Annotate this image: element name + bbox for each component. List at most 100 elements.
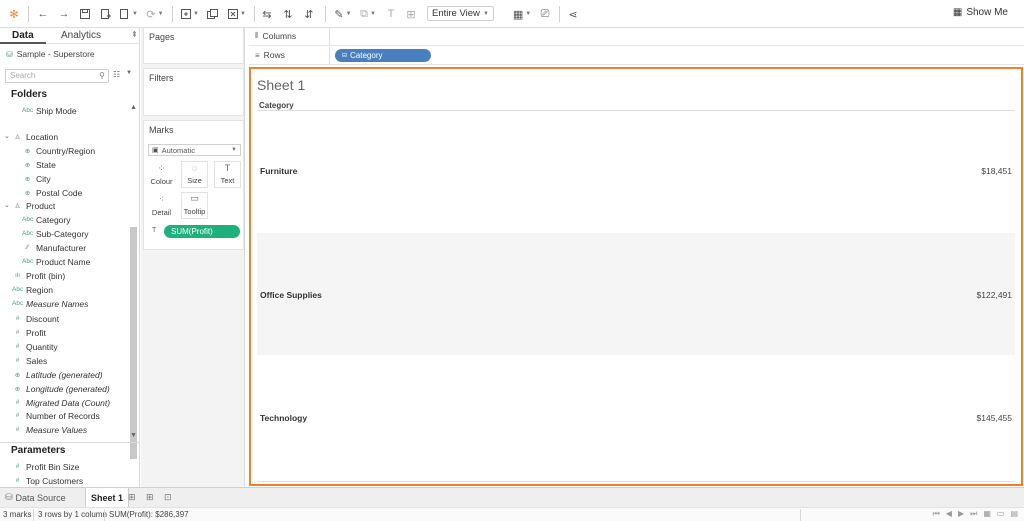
sheet-title[interactable]: Sheet 1 bbox=[257, 77, 305, 93]
search-input[interactable]: Search ⚲ bbox=[5, 69, 109, 83]
field-state[interactable]: ⊕ State bbox=[22, 158, 56, 171]
field-sub-category[interactable]: Abc Sub-Category bbox=[22, 227, 88, 240]
duplicate-icon[interactable] bbox=[205, 5, 219, 23]
redo-icon[interactable]: → bbox=[57, 5, 71, 23]
field-ship-mode[interactable]: Abc Ship Mode bbox=[22, 104, 77, 117]
chevron-down-icon[interactable]: ▼ bbox=[126, 70, 132, 76]
table-row[interactable]: Technology $145,455 bbox=[257, 355, 1015, 477]
table-row[interactable]: Furniture $18,451 bbox=[257, 111, 1015, 233]
sort-descending-icon[interactable]: ⇵ bbox=[302, 5, 316, 23]
field-quantity[interactable]: # Quantity bbox=[12, 340, 58, 353]
presentation-icon[interactable]: ⎚ bbox=[538, 5, 552, 23]
row-value[interactable]: $122,491 bbox=[977, 290, 1012, 300]
format-icon[interactable]: ▦ ▼ bbox=[511, 5, 533, 23]
tab-sheet-1[interactable]: Sheet 1 bbox=[85, 488, 130, 507]
scrollbar-thumb[interactable] bbox=[130, 227, 137, 459]
colour-button[interactable]: ⁘ Colour bbox=[148, 161, 175, 188]
field-migrated-data[interactable]: # Migrated Data (Count) bbox=[12, 396, 110, 409]
field-measure-names[interactable]: Abc Measure Names bbox=[12, 297, 88, 310]
field-measure-values[interactable]: # Measure Values bbox=[12, 423, 87, 436]
category-pill[interactable]: ⊟ Category bbox=[335, 49, 431, 62]
datasource-item[interactable]: ⛁ Sample - Superstore bbox=[6, 49, 95, 59]
tab-data[interactable]: Data bbox=[12, 30, 34, 41]
field-manufacturer[interactable]: ⁄⁄ Manufacturer bbox=[22, 241, 86, 254]
row-category-label[interactable]: Furniture bbox=[260, 166, 297, 176]
category-header[interactable]: Category bbox=[259, 101, 294, 110]
folder-location[interactable]: ♙ Location bbox=[12, 130, 59, 143]
sum-profit-pill[interactable]: SUM(Profit) bbox=[164, 225, 240, 238]
filters-card[interactable]: Filters bbox=[143, 68, 244, 116]
field-product-name[interactable]: Abc Product Name bbox=[22, 255, 90, 268]
field-city[interactable]: ⊕ City bbox=[22, 172, 51, 185]
tab-analytics[interactable]: Analytics bbox=[61, 30, 101, 41]
label-icon[interactable]: T bbox=[384, 5, 398, 23]
clear-icon[interactable]: ▼ bbox=[226, 5, 248, 23]
field-longitude[interactable]: ⊕ Longitude (generated) bbox=[12, 382, 110, 395]
columns-shelf[interactable]: ⦀ Columns bbox=[249, 28, 1024, 46]
view-options-icon[interactable]: ☷ bbox=[113, 70, 120, 79]
table-row[interactable]: Office Supplies $122,491 bbox=[257, 233, 1015, 355]
hierarchy-icon: ♙ bbox=[14, 202, 21, 210]
row-category-label[interactable]: Technology bbox=[260, 413, 307, 423]
detail-label: Detail bbox=[151, 208, 172, 217]
parameter-profit-bin-size[interactable]: # Profit Bin Size bbox=[12, 460, 80, 473]
new-story-icon[interactable]: ⊡ bbox=[164, 492, 172, 503]
field-discount[interactable]: # Discount bbox=[12, 312, 59, 325]
last-sheet-icon[interactable]: ⏭ bbox=[970, 509, 977, 519]
share-icon[interactable]: ⋖ bbox=[566, 5, 580, 23]
field-region[interactable]: Abc Region bbox=[12, 283, 53, 296]
sheet-sorter-icon[interactable]: ▦ bbox=[983, 509, 991, 519]
row-value[interactable]: $145,455 bbox=[977, 413, 1012, 423]
field-postal-code[interactable]: ⊕ Postal Code bbox=[22, 186, 83, 199]
field-category[interactable]: Abc Category bbox=[22, 213, 71, 226]
pane-menu-icon[interactable]: ⇞ bbox=[131, 30, 138, 39]
new-datasource-icon[interactable] bbox=[99, 5, 113, 23]
show-me-button[interactable]: ▦ Show Me bbox=[953, 7, 1008, 18]
refresh-icon[interactable]: ⟳ ▼ bbox=[144, 5, 166, 23]
new-worksheet-icon[interactable]: ▼ bbox=[179, 5, 201, 23]
scroll-up-icon[interactable]: ▲ bbox=[130, 104, 137, 111]
collapse-icon[interactable]: ⌄ bbox=[4, 201, 10, 209]
rows-shelf[interactable]: ≡ Rows ⊟ Category bbox=[249, 47, 1024, 65]
prev-sheet-icon[interactable]: ◀ bbox=[946, 509, 952, 519]
next-sheet-icon[interactable]: ▶ bbox=[958, 509, 964, 519]
pages-card[interactable]: Pages bbox=[143, 28, 244, 64]
folder-product[interactable]: ♙ Product bbox=[12, 199, 56, 212]
new-dashboard-icon[interactable]: ⊞ bbox=[146, 492, 154, 503]
toolbar-divider bbox=[254, 6, 255, 22]
tooltip-button[interactable]: ▭ Tooltip bbox=[181, 192, 208, 219]
parameter-top-customers[interactable]: # Top Customers bbox=[12, 474, 83, 487]
fix-axes-icon[interactable]: ⊞ bbox=[404, 5, 418, 23]
field-number-of-records[interactable]: # Number of Records bbox=[12, 409, 100, 422]
sort-ascending-icon[interactable]: ⇅ bbox=[281, 5, 295, 23]
toolbar-divider bbox=[28, 6, 29, 22]
save-icon[interactable] bbox=[78, 5, 92, 23]
filmstrip-icon[interactable]: ▭ bbox=[997, 509, 1005, 519]
group-icon[interactable]: ⧉ ▼ bbox=[358, 5, 378, 23]
swap-icon[interactable]: ⇆ bbox=[260, 5, 274, 23]
collapse-icon[interactable]: ⌄ bbox=[4, 132, 10, 140]
tabs-icon[interactable]: ▤ bbox=[1010, 509, 1018, 519]
detail-button[interactable]: ⁖ Detail bbox=[148, 192, 175, 219]
field-country-region[interactable]: ⊕ Country/Region bbox=[22, 144, 95, 157]
tableau-logo-icon[interactable]: ✻ bbox=[7, 5, 21, 23]
row-value[interactable]: $18,451 bbox=[981, 166, 1012, 176]
new-worksheet-icon[interactable]: ⊞ bbox=[128, 492, 136, 503]
row-category-label[interactable]: Office Supplies bbox=[260, 290, 322, 300]
scroll-down-icon[interactable]: ▼ bbox=[130, 432, 137, 439]
first-sheet-icon[interactable]: ⏮ bbox=[933, 509, 940, 519]
field-profit[interactable]: # Profit bbox=[12, 326, 46, 339]
text-button[interactable]: T Text bbox=[214, 161, 241, 188]
size-button[interactable]: ◌ Size bbox=[181, 161, 208, 188]
field-latitude[interactable]: ⊕ Latitude (generated) bbox=[12, 368, 103, 381]
highlight-icon[interactable]: ✎ ▼ bbox=[333, 5, 353, 23]
undo-icon[interactable]: ← bbox=[36, 5, 50, 23]
tab-data-source[interactable]: ⛁ Data Source bbox=[0, 488, 71, 507]
status-divider bbox=[33, 509, 34, 521]
field-sales[interactable]: # Sales bbox=[12, 354, 48, 367]
pause-icon[interactable]: ▼ bbox=[119, 5, 139, 23]
mark-type-select[interactable]: ▣ Automatic ▼ bbox=[148, 144, 241, 156]
worksheet-view[interactable]: Sheet 1 Category Furniture $18,451 Offic… bbox=[249, 67, 1023, 486]
view-mode-select[interactable]: Entire View ▼ bbox=[427, 6, 494, 21]
field-profit-bin[interactable]: ılı Profit (bin) bbox=[12, 269, 65, 282]
